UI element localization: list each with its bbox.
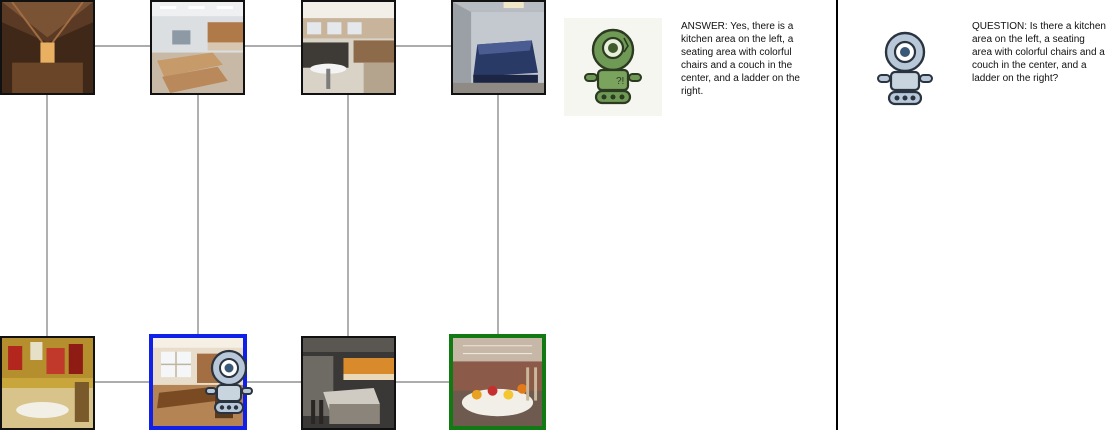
bedroom-photo: [453, 2, 544, 93]
blue-robot-icon: [877, 31, 933, 106]
panel-divider: [836, 0, 838, 430]
room-tile-top-2[interactable]: [150, 0, 245, 95]
svg-text:?!: ?!: [616, 76, 624, 87]
room-tile-top-3[interactable]: [301, 0, 396, 95]
bathroom-photo: [2, 338, 93, 428]
navigation-scene: ?! ANSWER: Yes, there is a kitchen area …: [0, 0, 1110, 430]
room-tile-top-4[interactable]: [451, 0, 546, 95]
lounge-photo: [453, 338, 542, 426]
answer-text: ANSWER: Yes, there is a kitchen area on …: [681, 21, 800, 97]
attic-photo: [2, 2, 93, 93]
agent-robot-icon: [205, 349, 253, 414]
green-robot-icon: ?!: [584, 28, 642, 105]
room-tile-bottom-4-target[interactable]: [449, 334, 546, 430]
office-photo: [303, 2, 394, 93]
kitchen-photo: [303, 338, 394, 428]
room-tile-top-1[interactable]: [0, 0, 95, 95]
room-tile-bottom-3[interactable]: [301, 336, 396, 430]
break-room-photo: [152, 2, 243, 93]
room-tile-bottom-1[interactable]: [0, 336, 95, 430]
question-text: QUESTION: Is there a kitchen area on the…: [972, 21, 1106, 84]
